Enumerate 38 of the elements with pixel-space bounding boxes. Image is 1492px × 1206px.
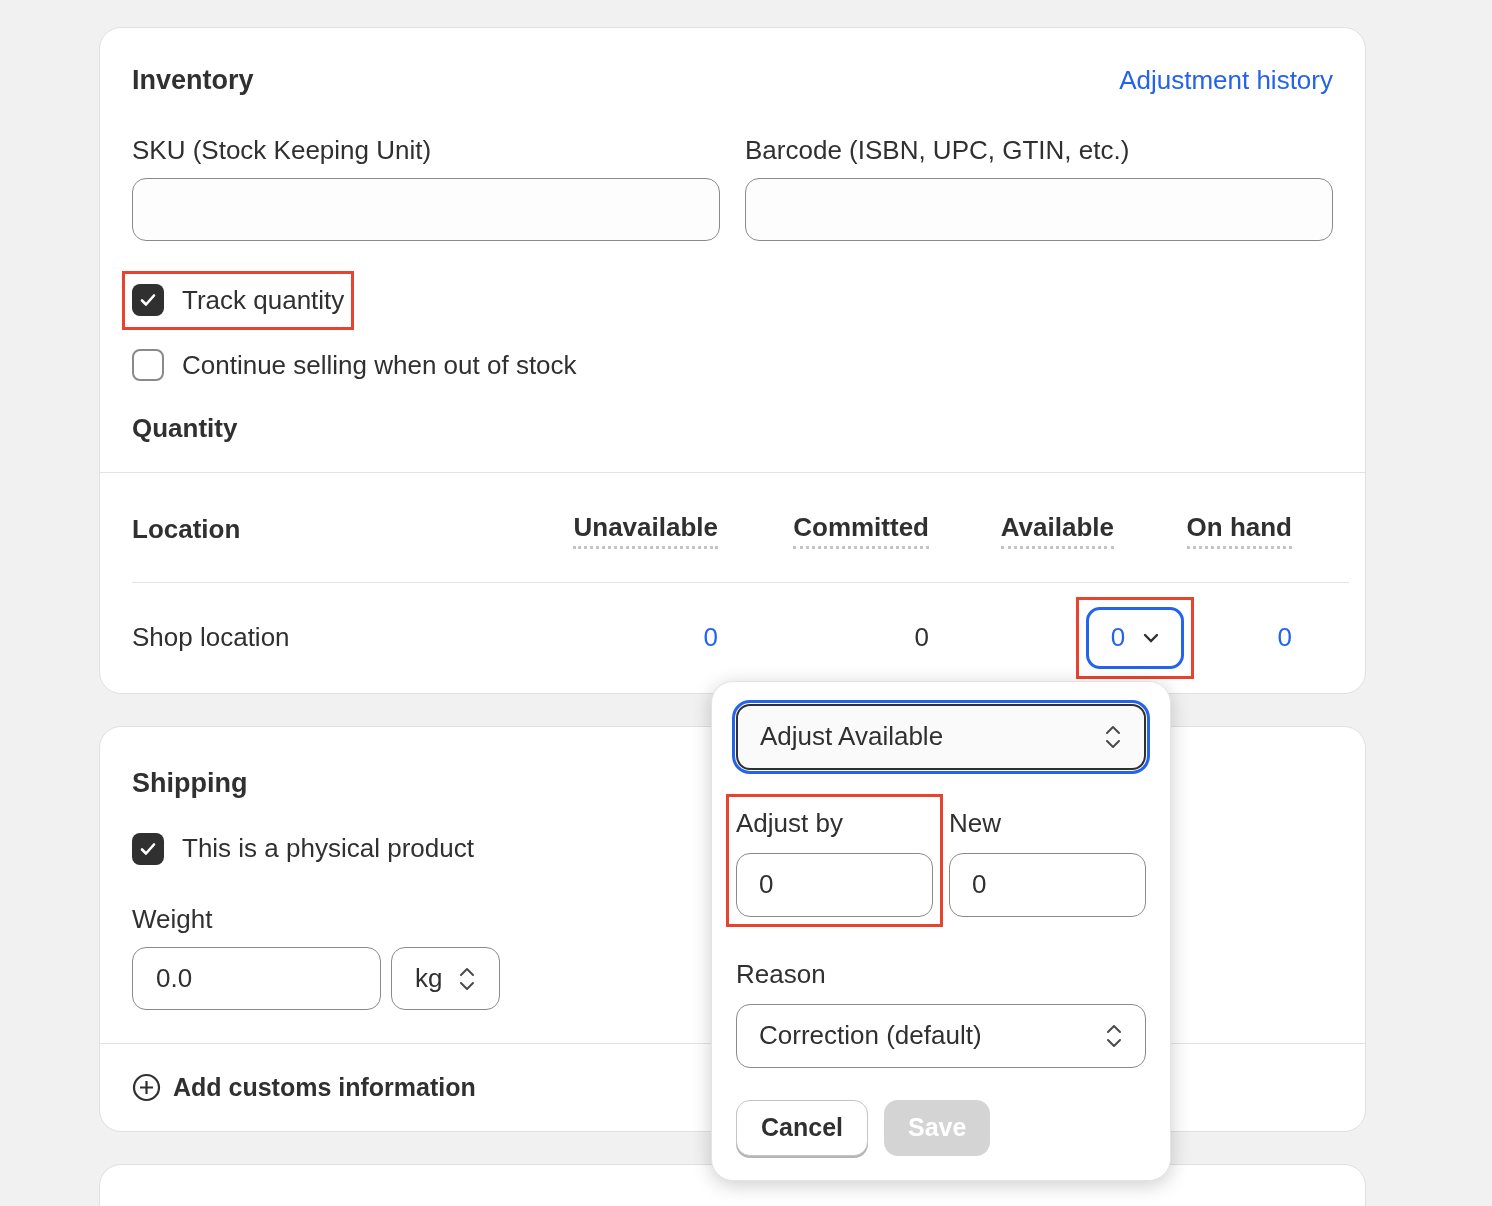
- input-field[interactable]: [745, 177, 1333, 241]
- table-cell: 0: [914, 622, 929, 652]
- section-title: Quantity: [132, 411, 239, 445]
- input-field[interactable]: 0: [949, 852, 1146, 917]
- column-header: Unavailable: [573, 511, 718, 549]
- adjustment-history-link[interactable]: Adjustment history: [1119, 60, 1333, 100]
- add-customs-link[interactable]: Add customs information: [132, 1068, 476, 1107]
- table-cell: Shop location: [132, 622, 290, 652]
- field-label: Weight: [132, 904, 213, 934]
- checkbox[interactable]: [132, 349, 164, 381]
- chevron-down-icon: [1143, 632, 1160, 643]
- plus-circle-icon: [132, 1073, 161, 1102]
- column-header: Location: [132, 512, 242, 546]
- quantity-dropdown[interactable]: 0: [1086, 606, 1184, 669]
- card-title: Shipping: [132, 767, 248, 798]
- card-title: Inventory: [132, 64, 254, 97]
- field-label: Adjust by: [736, 806, 844, 840]
- field-label: SKU (Stock Keeping Unit): [132, 133, 433, 167]
- checkbox[interactable]: [132, 284, 164, 316]
- quantity-link[interactable]: 0: [703, 622, 718, 652]
- unit-select[interactable]: kg: [391, 947, 500, 1010]
- column-header: Committed: [793, 511, 929, 549]
- column-header: Available: [1000, 511, 1114, 549]
- weight-input[interactable]: 0.0: [132, 947, 381, 1010]
- field-label: Reason: [736, 957, 827, 991]
- input-field[interactable]: [132, 177, 720, 241]
- checkbox-label: This is a physical product: [182, 832, 474, 865]
- field-label: New: [949, 806, 1002, 840]
- checkmark-icon: [139, 291, 157, 309]
- checkbox[interactable]: [132, 832, 164, 865]
- input-field[interactable]: 0: [736, 852, 933, 917]
- quantity-link[interactable]: 0: [1277, 622, 1292, 652]
- checkbox-label: Track quantity: [182, 283, 345, 317]
- checkbox-label: Continue selling when out of stock: [182, 348, 577, 382]
- action-button[interactable]: Cancel: [736, 1099, 868, 1156]
- field-label: Barcode (ISBN, UPC, GTIN, etc.): [745, 133, 1131, 167]
- reason-select[interactable]: Correction (default): [736, 1003, 1146, 1068]
- column-header: On hand: [1186, 511, 1292, 549]
